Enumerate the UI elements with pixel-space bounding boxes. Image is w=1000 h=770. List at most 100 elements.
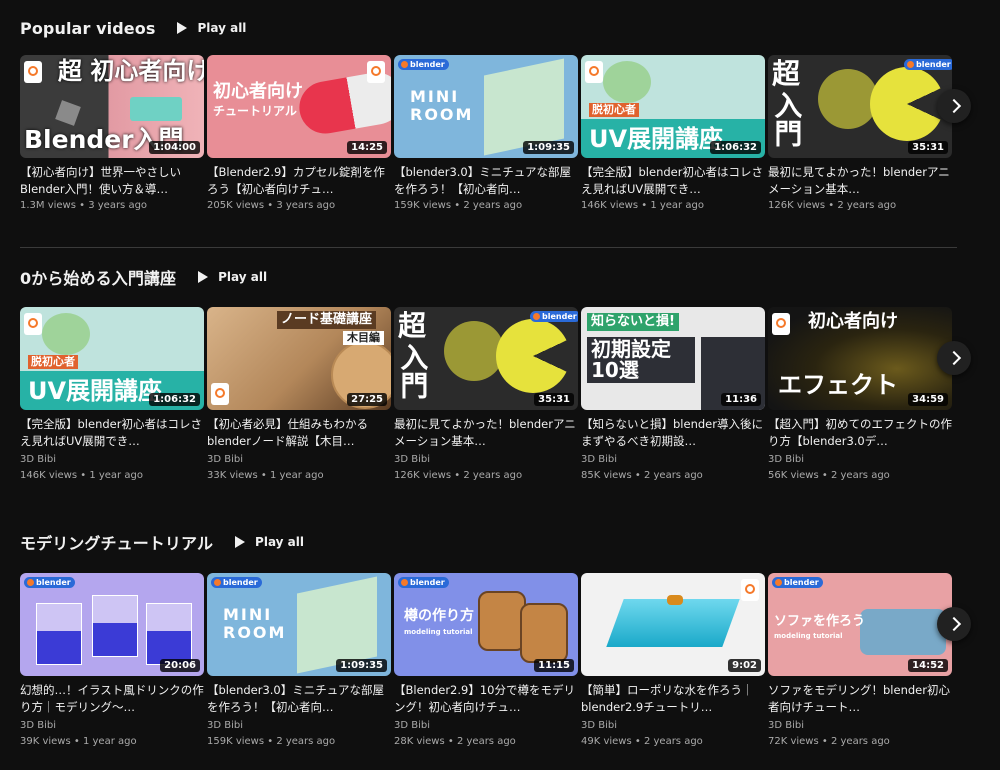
video-meta: 126K views • 2 years ago [768,200,897,211]
video-title[interactable]: 幻想的…！イラスト風ドリンクの作り方｜モデリング〜… [20,682,204,716]
video-thumbnail[interactable]: 知らないと損! 初期設定 10選 11:36 [581,307,765,410]
shelf-divider [20,247,957,248]
video-thumbnail[interactable]: 初心者向け エフェクト 34:59 [768,307,952,410]
video-card[interactable]: blender MINI ROOM 1:09:35 【blender3.0】ミニ… [394,55,578,211]
video-title[interactable]: 【初心者向け】世界一やさしいBlender入門！使い方＆導… [20,164,204,198]
video-card[interactable]: 9:02 【簡単】ローポリな水を作ろう｜blender2.9チュートリ… 3D … [581,573,765,747]
play-all-button[interactable]: Play all [177,21,246,35]
video-title[interactable]: 【blender3.0】ミニチュアな部屋を作ろう！【初心者向… [394,164,578,198]
shelf-title[interactable]: Popular videos [20,19,155,38]
video-thumbnail[interactable]: blender MINI ROOM 1:09:35 [394,55,578,158]
video-meta: 39K views • 1 year ago [20,736,137,747]
video-title[interactable]: 【簡単】ローポリな水を作ろう｜blender2.9チュートリ… [581,682,765,716]
video-thumbnail[interactable]: 脱初心者 UV展開講座 1:06:32 [20,307,204,410]
channel-name[interactable]: 3D Bibi [207,454,391,468]
blender-logo [367,61,385,83]
video-title[interactable]: 【超入門】初めてのエフェクトの作り方【blender3.0デ… [768,416,952,450]
pacman-shape [870,67,944,141]
video-card[interactable]: blender 超 入門 35:31 最初に見てよかった！blenderアニメー… [394,307,578,481]
video-card[interactable]: blender ソファを作ろう modeling tutorial 14:52 … [768,573,952,747]
channel-name[interactable]: 3D Bibi [581,454,765,468]
video-title[interactable]: 【Blender2.9】10分で樽をモデリング！初心者向けチュ… [394,682,578,716]
duration-badge: 20:06 [160,659,200,672]
blender-logo: blender [398,577,449,588]
play-all-button[interactable]: Play all [198,270,267,284]
next-button[interactable] [937,607,971,641]
duration-badge: 1:06:32 [710,141,761,154]
thumbnail-text: チュートリアル [213,104,297,118]
video-row: 脱初心者 UV展開講座 1:06:32 【完全版】blender初心者はコレさえ… [20,307,1000,487]
duration-badge: 14:25 [347,141,387,154]
video-title[interactable]: 最初に見てよかった！blenderアニメーション基本… [768,164,952,198]
video-thumbnail[interactable]: blender 20:06 [20,573,204,676]
channel-name[interactable]: 3D Bibi [768,720,952,734]
channel-name[interactable]: 3D Bibi [394,454,578,468]
thumbnail-text: UV展開講座 [589,125,724,153]
video-title[interactable]: ソファをモデリング！blender初心者向けチュート… [768,682,952,716]
video-card[interactable]: 脱初心者 UV展開講座 1:06:32 【完全版】blender初心者はコレさえ… [20,307,204,481]
barrel-shape [478,591,526,651]
blender-logo [741,579,759,601]
video-thumbnail[interactable]: 9:02 [581,573,765,676]
duration-badge: 35:31 [908,141,948,154]
play-all-label: Play all [197,21,247,35]
play-icon [198,271,209,283]
video-title[interactable]: 【Blender2.9】カプセル錠剤を作ろう【初心者向けチュ… [207,164,391,198]
video-card[interactable]: blender 20:06 幻想的…！イラスト風ドリンクの作り方｜モデリング〜…… [20,573,204,747]
channel-name[interactable]: 3D Bibi [20,454,204,468]
video-title[interactable]: 最初に見てよかった！blenderアニメーション基本… [394,416,578,450]
thumbnail-text: 木目編 [343,331,384,345]
video-card[interactable]: blender MINI ROOM 1:09:35 【blender3.0】ミニ… [207,573,391,747]
video-card[interactable]: 初心者向け エフェクト 34:59 【超入門】初めてのエフェクトの作り方【ble… [768,307,952,481]
blender-logo [211,383,229,405]
thumbnail-text: ソファを作ろう [774,614,866,629]
video-thumbnail[interactable]: ノード基礎講座 木目編 27:25 [207,307,391,410]
play-all-button[interactable]: Play all [235,535,304,549]
video-meta: 146K views • 1 year ago [581,200,704,211]
video-card[interactable]: 知らないと損! 初期設定 10選 11:36 【知らないと損】blender導入… [581,307,765,481]
next-button[interactable] [937,341,971,375]
video-meta: 205K views • 3 years ago [207,200,336,211]
video-card[interactable]: blender 超 入門 35:31 最初に見てよかった！blenderアニメー… [768,55,952,211]
video-title[interactable]: 【初心者必見】仕組みもわかるblenderノード解説【木目… [207,416,391,450]
channel-name[interactable]: 3D Bibi [768,454,952,468]
video-thumbnail[interactable]: blender MINI ROOM 1:09:35 [207,573,391,676]
channel-name[interactable]: 3D Bibi [581,720,765,734]
thumbnail-text: 知らないと損! [587,313,679,331]
video-card[interactable]: ノード基礎講座 木目編 27:25 【初心者必見】仕組みもわかるblenderノ… [207,307,391,481]
video-thumbnail[interactable]: 超 初心者向け Blender入門 1:04:00 [20,55,204,158]
thumbnail-text: modeling tutorial [404,628,473,636]
blender-logo: blender [530,311,578,322]
thumbnail-text: エフェクト [778,371,898,399]
video-thumbnail[interactable]: 初心者向け チュートリアル 14:25 [207,55,391,158]
chevron-right-icon [946,350,962,366]
video-card[interactable]: 初心者向け チュートリアル 14:25 【Blender2.9】カプセル錠剤を作… [207,55,391,211]
video-thumbnail[interactable]: blender 樽の作り方 modeling tutorial 11:15 [394,573,578,676]
video-thumbnail[interactable]: blender ソファを作ろう modeling tutorial 14:52 [768,573,952,676]
table-shape [130,97,182,121]
video-title[interactable]: 【完全版】blender初心者はコレさえ見ればUV展開でき… [20,416,204,450]
shelf-title[interactable]: 0から始める入門講座 [20,265,176,289]
channel-name[interactable]: 3D Bibi [20,720,204,734]
video-thumbnail[interactable]: blender 超 入門 35:31 [394,307,578,410]
thumbnail-text: 脱初心者 [589,103,639,117]
play-icon [177,22,188,34]
channel-name[interactable]: 3D Bibi [207,720,391,734]
video-thumbnail[interactable]: blender 超 入門 35:31 [768,55,952,158]
barrel-shape [520,603,568,663]
thumbnail-text: ROOM [223,623,287,642]
video-title[interactable]: 【blender3.0】ミニチュアな部屋を作ろう！【初心者向… [207,682,391,716]
video-title[interactable]: 【完全版】blender初心者はコレさえ見ればUV展開でき… [581,164,765,198]
channel-name[interactable]: 3D Bibi [394,720,578,734]
duration-badge: 11:36 [721,393,761,406]
video-card[interactable]: 超 初心者向け Blender入門 1:04:00 【初心者向け】世界一やさしい… [20,55,204,211]
video-meta: 33K views • 1 year ago [207,470,324,481]
video-card[interactable]: blender 樽の作り方 modeling tutorial 11:15 【B… [394,573,578,747]
next-button[interactable] [937,89,971,123]
duration-badge: 35:31 [534,393,574,406]
video-card[interactable]: 脱初心者 UV展開講座 1:06:32 【完全版】blender初心者はコレさえ… [581,55,765,211]
sofa-shape [860,609,946,655]
video-thumbnail[interactable]: 脱初心者 UV展開講座 1:06:32 [581,55,765,158]
video-title[interactable]: 【知らないと損】blender導入後にまずやるべき初期設… [581,416,765,450]
shelf-title[interactable]: モデリングチュートリアル [20,530,213,554]
